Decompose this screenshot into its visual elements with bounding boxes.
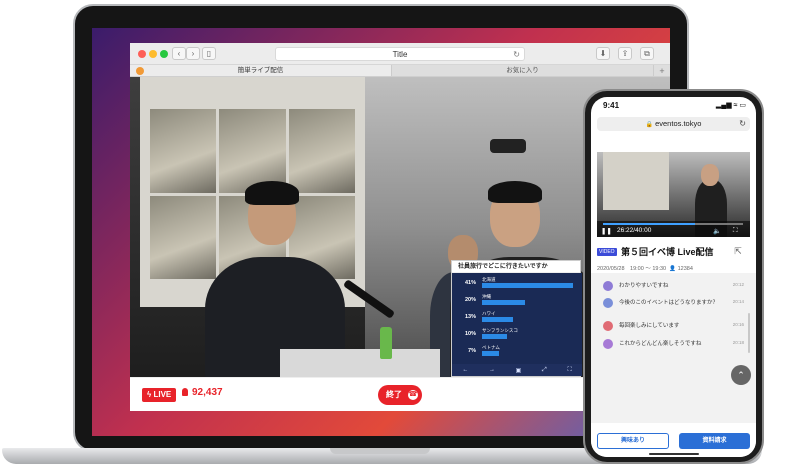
chat-message: 今後のこのイベントはどうなりますか？ 20:14: [603, 298, 748, 312]
url-text: eventos.tokyo: [655, 119, 702, 128]
poll-results: 41% 北海道 20% 沖縄 13% ハワイ 10% サンフランシスコ 7% ベトナム: [452, 273, 582, 365]
page-title: Title: [392, 50, 408, 59]
poll-bar: [482, 317, 513, 322]
phone-screen: 9:41 ▂▄▆ ≈ ▭ 🔒 eventos.tokyo ↻ ❚❚ 26:22/4…: [591, 97, 756, 457]
laptop-notch: [330, 448, 430, 454]
status-bar: 9:41 ▂▄▆ ≈ ▭: [591, 97, 756, 113]
tab-live-streaming[interactable]: 簡単ライブ配信: [130, 65, 392, 76]
water-bottle: [380, 327, 392, 359]
close-window-button[interactable]: [138, 50, 146, 58]
prev-icon[interactable]: ←: [462, 367, 468, 373]
tab-favorites[interactable]: お気に入り: [392, 65, 654, 76]
status-icons: ▂▄▆ ≈ ▭: [715, 102, 746, 109]
video-progress-bar[interactable]: [603, 223, 743, 225]
video-controls: ❚❚ 26:22/40:00 🔈 ⛶: [597, 221, 750, 237]
address-bar[interactable]: Title ↻: [275, 47, 525, 61]
mobile-address-bar[interactable]: 🔒 eventos.tokyo ↻: [597, 117, 750, 131]
avatar: [603, 321, 613, 331]
mobile-video-player[interactable]: ❚❚ 26:22/40:00 🔈 ⛶: [597, 152, 750, 237]
next-icon[interactable]: →: [489, 367, 495, 373]
chat-text: わかりやすいですね: [619, 283, 669, 289]
poll-bar: [482, 283, 573, 288]
chat-message: わかりやすいですね 20:12: [603, 281, 748, 295]
expand-icon[interactable]: ⤢: [542, 367, 547, 374]
scroll-top-button[interactable]: ⌃: [731, 365, 751, 385]
chat-list: わかりやすいですね 20:12 今後のこのイベントはどうなりますか？ 20:14 毎回楽…: [591, 273, 756, 423]
reload-icon[interactable]: ↻: [513, 48, 520, 62]
poll-percent: 41%: [464, 280, 476, 286]
refresh-icon[interactable]: ↻: [739, 117, 746, 131]
poll-percent: 13%: [464, 314, 476, 320]
poll-controls: ← → ▣ ⤢ ⛶: [452, 364, 582, 376]
lock-icon: 🔒: [645, 122, 654, 128]
interested-button[interactable]: 興味あり: [597, 433, 669, 449]
back-icon[interactable]: ‹: [172, 47, 186, 60]
request-docs-button[interactable]: 資料請求: [679, 433, 750, 449]
action-bar: 興味あり 資料請求: [591, 430, 756, 457]
poll-bar: [482, 300, 525, 305]
status-time: 9:41: [603, 101, 620, 110]
tab-label: 簡単ライブ配信: [237, 67, 284, 74]
podium: [280, 349, 440, 377]
video-tag: VIDEO: [597, 248, 617, 256]
poll-percent: 20%: [464, 297, 476, 303]
chat-time: 20:12: [732, 282, 744, 287]
viewer-count: 92,437: [182, 387, 223, 398]
share-icon[interactable]: ⇱: [732, 246, 744, 260]
pause-icon[interactable]: ❚❚: [601, 227, 612, 235]
chat-time: 20:16: [732, 322, 744, 327]
ceiling-projector: [490, 139, 526, 153]
poll-option: 20% 沖縄: [456, 294, 578, 308]
tabs-overview-icon[interactable]: ⧉: [640, 47, 654, 60]
avatar: [603, 298, 613, 308]
event-date: 2020/05/28 19:00 ～ 19:30: [597, 266, 667, 272]
poll-percent: 10%: [464, 331, 476, 337]
poll-option: 41% 北海道: [456, 277, 578, 291]
poll-option: 10% サンフランシスコ: [456, 328, 578, 342]
tab-label: お気に入り: [506, 67, 539, 74]
fullscreen-icon[interactable]: ⛶: [567, 367, 571, 374]
chat-text: これからどんどん楽しそうですね: [619, 341, 702, 347]
chat-text: 毎回楽しみにしています: [619, 323, 680, 329]
chat-time: 20:14: [732, 299, 744, 304]
event-info: VIDEO 第５回イベ博 Live配信 2020/05/28 19:00 ～ 1…: [597, 242, 750, 272]
chat-time: 20:18: [732, 340, 744, 345]
poll-panel: 社員旅行でどこに行きたいですか 41% 北海道 20% 沖縄 13% ハワイ 10% サンフラ…: [451, 260, 582, 377]
poll-bar: [482, 351, 499, 356]
browser-toolbar: ‹ › ▯ Title ↻ ⬇ ⇪ ⧉: [130, 43, 670, 65]
avatar: [603, 281, 613, 291]
zoom-window-button[interactable]: [160, 50, 168, 58]
avatar: [603, 339, 613, 349]
favicon-icon: [136, 67, 144, 75]
end-stream-button[interactable]: 終了 ☎: [378, 385, 422, 405]
home-indicator: [649, 453, 699, 455]
poll-option: 13% ハワイ: [456, 311, 578, 325]
video-time: 26:22/40:00: [617, 227, 652, 234]
new-tab-button[interactable]: +: [654, 65, 670, 76]
person-icon: 👤: [669, 266, 677, 272]
volume-icon[interactable]: 🔈: [713, 227, 721, 235]
hang-up-icon: ☎: [408, 390, 418, 400]
chat-text: 今後のこのイベントはどうなりますか？: [619, 300, 719, 306]
download-icon[interactable]: ⬇: [596, 47, 610, 60]
poll-bar: [482, 334, 507, 339]
chat-scrollbar[interactable]: [748, 313, 750, 353]
chat-message: 毎回楽しみにしています 20:16: [603, 321, 748, 335]
tab-bar: 簡単ライブ配信 お気に入り +: [130, 65, 670, 77]
fullscreen-icon[interactable]: ⛶: [733, 227, 738, 235]
grid-icon[interactable]: ▣: [516, 367, 522, 374]
forward-icon[interactable]: ›: [186, 47, 200, 60]
poll-option: 7% ベトナム: [456, 345, 578, 359]
event-viewers: 12384: [677, 266, 693, 272]
person-icon: [182, 388, 188, 396]
chat-message: これからどんどん楽しそうですね 20:18: [603, 339, 748, 353]
live-badge: ϟ LIVE: [142, 388, 177, 402]
event-title: 第５回イベ博 Live配信: [621, 247, 714, 257]
minimize-window-button[interactable]: [149, 50, 157, 58]
poll-title: 社員旅行でどこに行きたいですか: [452, 261, 580, 273]
share-icon[interactable]: ⇪: [618, 47, 632, 60]
sidebar-icon[interactable]: ▯: [202, 47, 216, 60]
poll-percent: 7%: [468, 348, 476, 354]
